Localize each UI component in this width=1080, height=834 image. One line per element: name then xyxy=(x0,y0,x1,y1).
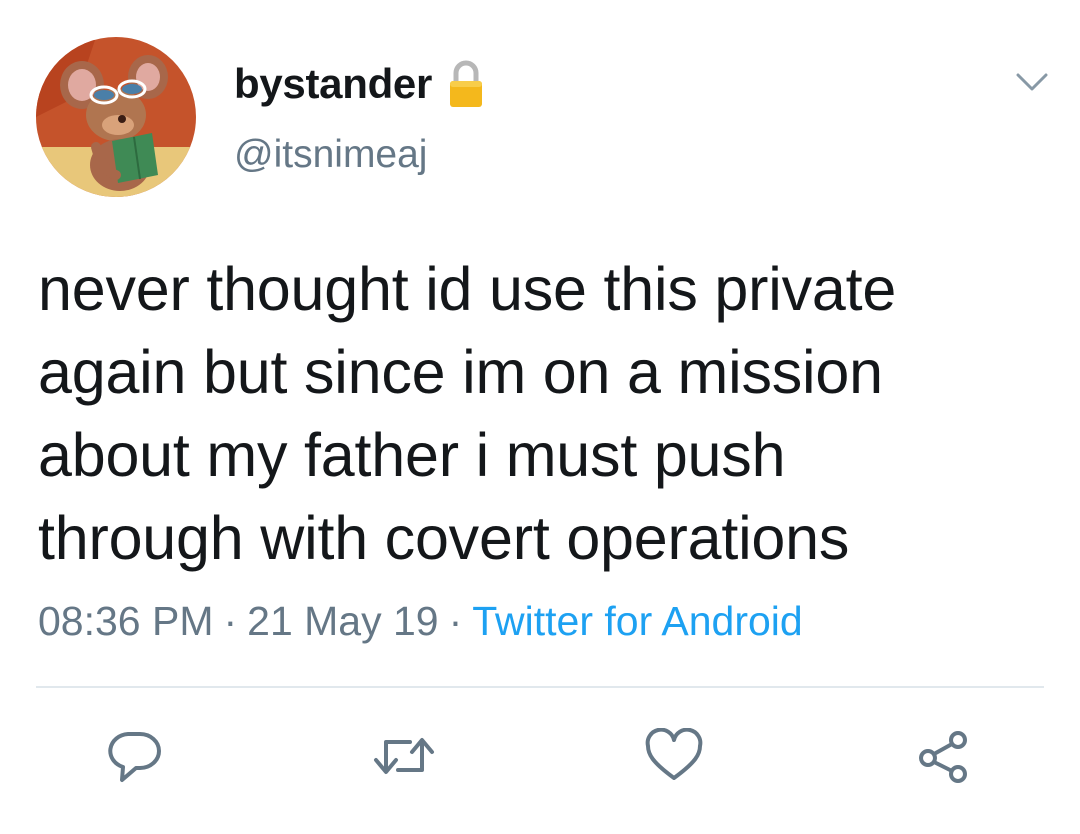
tweet-text-line: never thought id use this private xyxy=(38,255,897,323)
tweet-time[interactable]: 08:36 PM xyxy=(38,598,214,644)
tweet-menu-button[interactable] xyxy=(1012,64,1052,100)
tweet-text: never thought id use this private again … xyxy=(38,248,1048,580)
meta-separator: · xyxy=(223,598,238,644)
share-button[interactable] xyxy=(908,720,980,792)
heart-icon xyxy=(645,728,703,780)
chevron-down-icon xyxy=(1016,73,1048,91)
display-name[interactable]: bystander xyxy=(234,60,432,108)
tweet-source-link[interactable]: Twitter for Android xyxy=(472,598,802,644)
like-button[interactable] xyxy=(638,720,710,792)
avatar[interactable] xyxy=(36,37,196,197)
reply-icon xyxy=(108,732,161,782)
lock-icon xyxy=(448,60,484,108)
avatar-image xyxy=(36,37,196,197)
share-icon xyxy=(919,731,967,783)
retweet-button[interactable] xyxy=(368,720,440,792)
tweet-text-line: about my father i must push xyxy=(38,421,786,489)
divider xyxy=(36,686,1044,688)
meta-separator: · xyxy=(448,598,463,644)
tweet-text-line: through with covert operations xyxy=(38,504,850,572)
tweet-actions xyxy=(0,720,1080,800)
tweet-meta: 08:36 PM · 21 May 19 · Twitter for Android xyxy=(38,598,803,645)
tweet-text-line: again but since im on a mission xyxy=(38,338,883,406)
tweet-date[interactable]: 21 May 19 xyxy=(247,598,438,644)
reply-button[interactable] xyxy=(98,720,170,792)
user-handle[interactable]: @itsnimeaj xyxy=(234,133,427,177)
display-name-row: bystander xyxy=(234,56,484,112)
retweet-icon xyxy=(374,738,434,774)
tweet-card: bystander @itsnimeaj never thought id us… xyxy=(0,0,1080,834)
